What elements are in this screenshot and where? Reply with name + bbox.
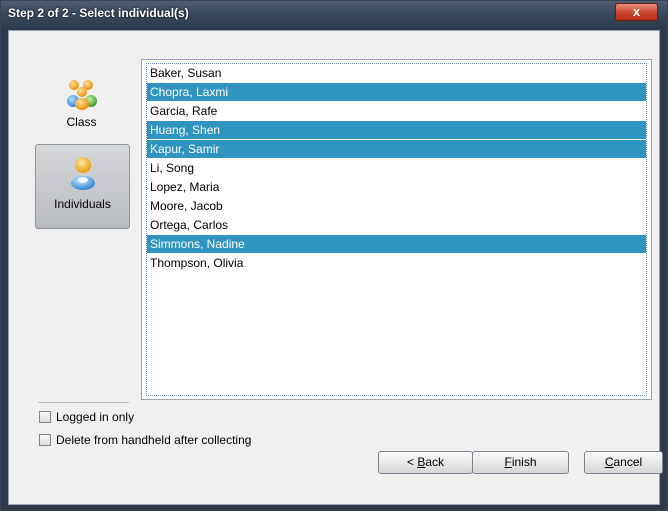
student-list-item[interactable]: Huang, Shen [147, 121, 646, 139]
dialog-body: Class Individuals Baker, Susan Chopra, L… [8, 30, 663, 505]
student-list-item[interactable]: Moore, Jacob [147, 197, 646, 215]
back-button-prefix: < [406, 455, 418, 469]
student-list-item[interactable]: Baker, Susan [147, 64, 646, 82]
finish-button[interactable]: Finish [472, 451, 569, 474]
back-button-rest: ack [425, 455, 445, 469]
student-list-item[interactable]: Garcia, Rafe [147, 102, 646, 120]
close-button[interactable]: x [615, 3, 658, 21]
nav-individuals-button[interactable]: Individuals [35, 144, 130, 229]
close-icon: x [632, 4, 641, 19]
student-list-item[interactable]: Lopez, Maria [147, 178, 646, 196]
student-list[interactable]: Baker, Susan Chopra, Laxmi Garcia, Rafe Hua… [141, 59, 652, 400]
checkbox-box[interactable] [39, 411, 51, 423]
window-title: Step 2 of 2 - Select individual(s) [8, 6, 189, 20]
student-list-item[interactable]: Chopra, Laxmi [147, 83, 646, 101]
nav-individuals-label: Individuals [54, 197, 111, 211]
single-person-icon [71, 157, 95, 190]
student-list-item[interactable]: Simmons, Nadine [147, 235, 646, 253]
student-list-viewport: Baker, Susan Chopra, Laxmi Garcia, Rafe Hua… [146, 63, 647, 396]
student-list-item[interactable]: Li, Song [147, 159, 646, 177]
finish-button-mnemonic: F [504, 455, 512, 469]
checkbox-box[interactable] [39, 434, 51, 446]
student-list-item[interactable]: Ortega, Carlos [147, 216, 646, 234]
delete-after-collecting-label: Delete from handheld after collecting [56, 433, 252, 447]
group-people-icon [67, 80, 97, 110]
finish-button-rest: inish [511, 455, 537, 469]
student-list-item[interactable]: Thompson, Olivia [147, 254, 646, 272]
nav-class-button[interactable]: Class [34, 71, 129, 141]
back-button[interactable]: < Back [378, 451, 473, 474]
nav-class-label: Class [66, 115, 97, 129]
dialog-window: Step 2 of 2 - Select individual(s) x Cla… [0, 0, 668, 511]
title-bar[interactable]: Step 2 of 2 - Select individual(s) x [1, 1, 667, 27]
cancel-button-rest: ancel [613, 455, 643, 469]
cancel-button[interactable]: Cancel [584, 451, 663, 474]
student-list-item[interactable]: Kapur, Samir [147, 140, 646, 158]
sidebar-divider [38, 402, 129, 403]
logged-in-only-label: Logged in only [56, 410, 135, 424]
